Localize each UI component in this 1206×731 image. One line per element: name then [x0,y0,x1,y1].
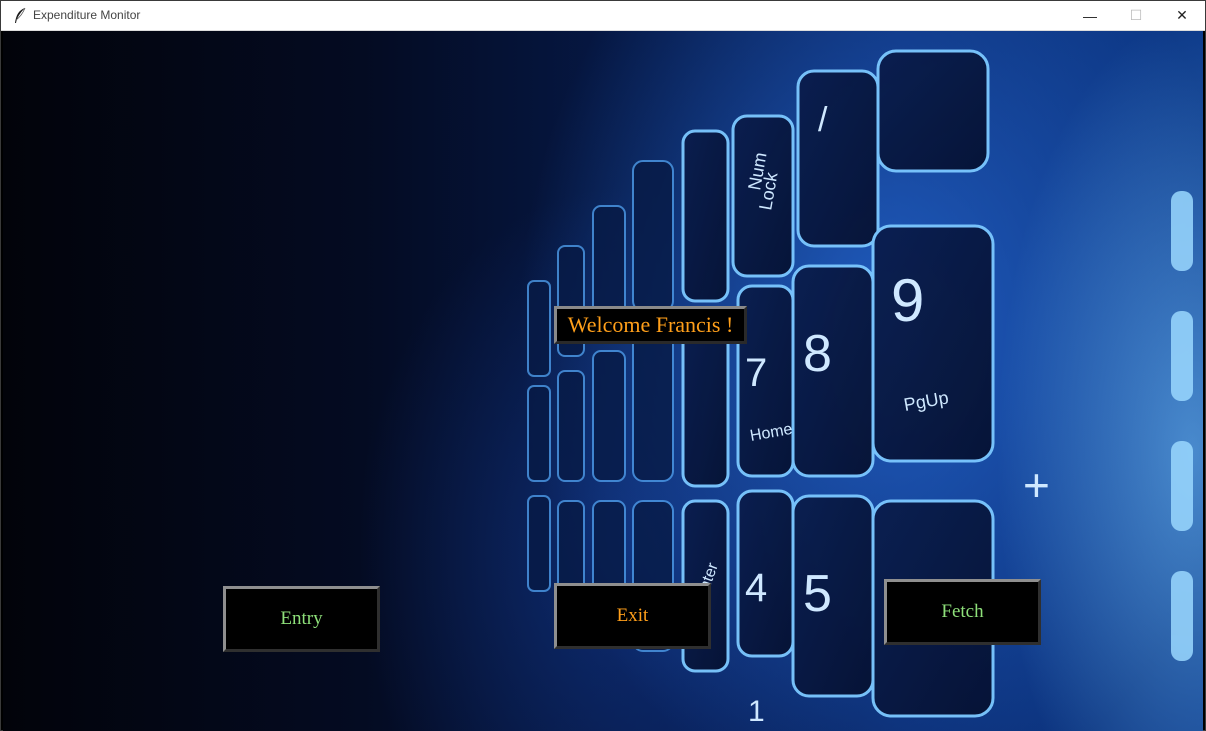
entry-button[interactable]: Entry [223,586,380,652]
svg-text:/: / [818,101,828,139]
svg-text:8: 8 [803,325,832,383]
exit-button[interactable]: Exit [554,583,711,649]
app-window: Expenditure Monitor — ☐ ✕ Num Lock / 9 8… [0,0,1206,731]
background-canvas: Num Lock / 9 8 7 Home PgUp 4 5 6 Enter 1… [3,31,1203,731]
welcome-label: Welcome Francis ! [554,306,747,344]
maximize-button[interactable]: ☐ [1113,1,1159,30]
fetch-button[interactable]: Fetch [884,579,1041,645]
feather-icon [15,7,26,23]
minimize-button[interactable]: — [1067,1,1113,30]
svg-text:7: 7 [745,351,767,395]
svg-text:+: + [1023,459,1050,511]
window-title: Expenditure Monitor [33,8,141,22]
svg-text:9: 9 [891,267,924,334]
title-bar: Expenditure Monitor — ☐ ✕ [1,1,1205,31]
svg-text:5: 5 [803,565,832,623]
svg-text:1: 1 [748,695,765,728]
close-button[interactable]: ✕ [1159,1,1205,30]
svg-text:4: 4 [745,566,767,610]
